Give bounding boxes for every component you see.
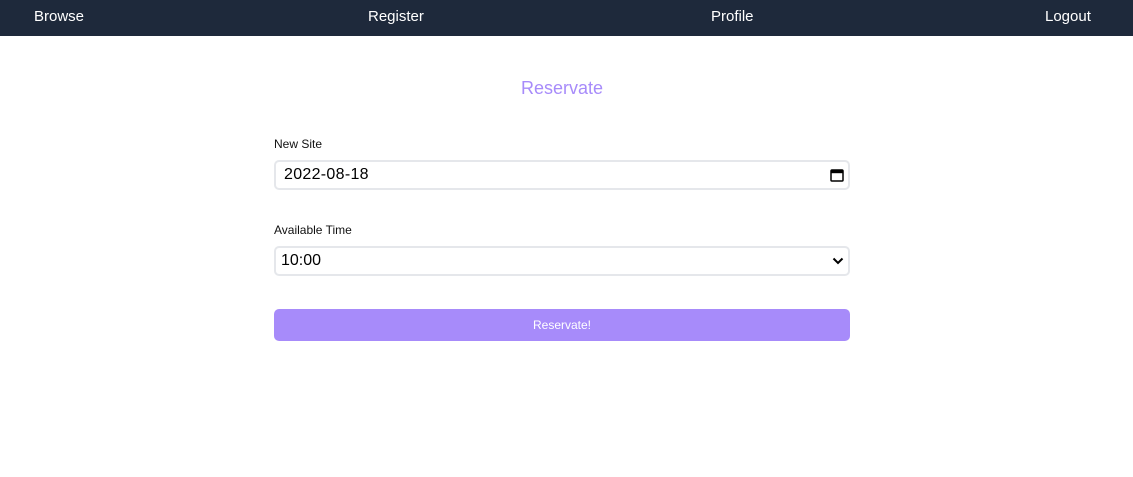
nav-link-register[interactable]: Register <box>368 0 424 36</box>
time-select[interactable]: 10:00 <box>274 246 850 276</box>
nav-link-profile[interactable]: Profile <box>711 0 754 36</box>
time-field-label: Available Time <box>274 223 352 237</box>
top-navbar: Browse Register Profile Logout <box>0 0 1133 36</box>
nav-link-logout[interactable]: Logout <box>1045 0 1091 36</box>
time-select-value: 10:00 <box>281 252 322 269</box>
chevron-down-icon <box>832 257 844 265</box>
date-input[interactable]: 2022-08-18 <box>274 160 850 190</box>
page-title: Reservate <box>520 78 604 98</box>
date-input-value: 2022-08-18 <box>284 166 369 183</box>
reservate-button[interactable]: Reservate! <box>274 309 850 341</box>
calendar-icon[interactable] <box>830 168 844 182</box>
date-field-label: New Site <box>274 137 323 151</box>
nav-link-browse[interactable]: Browse <box>34 0 84 36</box>
